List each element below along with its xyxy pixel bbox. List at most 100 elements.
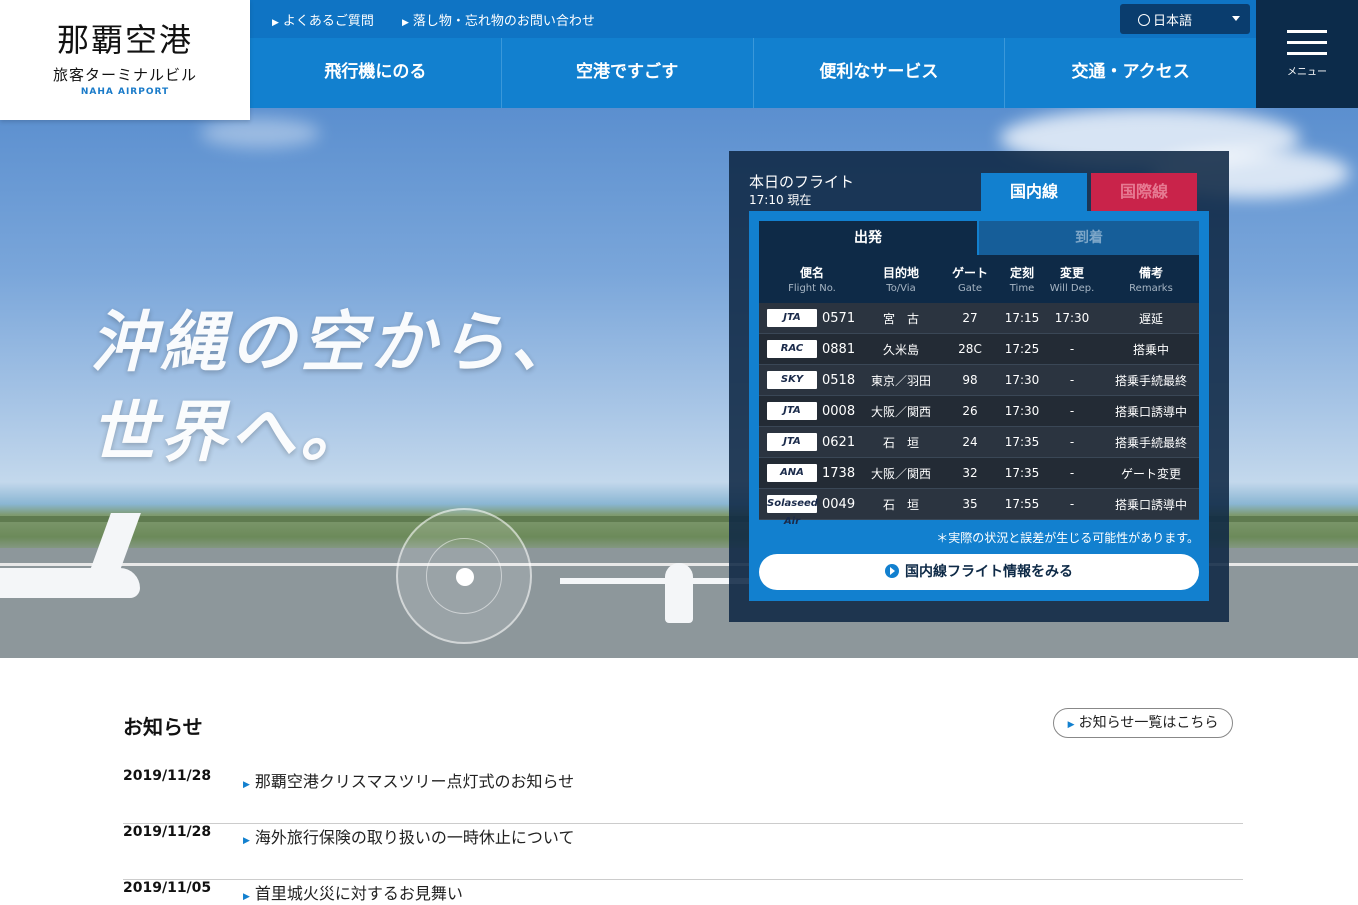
news-date: 2019/11/28 — [123, 824, 212, 840]
flight-row: RAC 0881 久米島 28C 17:25 - 搭乗中 — [759, 334, 1199, 365]
gate-cell: 32 — [962, 466, 978, 480]
col-time: 定刻 Time — [1009, 266, 1035, 294]
gate-cell: 26 — [962, 404, 978, 418]
menu-button[interactable]: メニュー — [1256, 0, 1358, 108]
news-all-link[interactable]: ▶ お知らせ一覧はこちら — [1053, 708, 1233, 738]
news-item[interactable]: 2019/11/28 ▶ 那覇空港クリスマスツリー点灯式のお知らせ — [123, 768, 1243, 824]
changed-time-cell: - — [1069, 435, 1075, 449]
nav-item-services[interactable]: 便利なサービス — [754, 38, 1006, 108]
flight-board: 出発 到着 便名 Flight No. 目的地 To/Via ゲート Gate 定刻 T… — [749, 211, 1209, 601]
destination-cell: 石 垣 — [882, 435, 919, 450]
news-item[interactable]: 2019/11/28 ▶ 海外旅行保険の取り扱いの一時休止について — [123, 824, 1243, 880]
airline-logo-icon: SKY — [767, 371, 817, 389]
arrow-right-icon: ▶ — [243, 892, 250, 902]
flight-notice: ＊実際の状況と誤差が生じる可能性があります。 — [936, 531, 1199, 545]
destination-cell: 宮 古 — [882, 311, 919, 326]
flight-no-cell: RAC 0881 — [759, 340, 865, 358]
language-select[interactable]: 日本語 — [1120, 4, 1250, 34]
globe-icon — [1138, 14, 1150, 26]
logo-main-text: 那覇空港 — [56, 21, 193, 59]
airline-logo-icon: JTA — [767, 433, 817, 451]
flight-no-cell: ANA 1738 — [759, 464, 865, 482]
remarks-cell: 搭乗手続最終 — [1114, 373, 1187, 388]
utility-bar: ▶ よくあるご質問 ▶ 落し物・忘れ物のお問い合わせ 日本語 — [250, 0, 1256, 38]
language-label: 日本語 — [1153, 14, 1193, 29]
destination-cell: 久米島 — [882, 342, 919, 357]
time-cell: 17:15 — [1004, 311, 1040, 325]
col-destination: 目的地 To/Via — [882, 266, 919, 294]
col-gate: ゲート Gate — [951, 266, 988, 294]
airline-logo-icon: JTA — [767, 402, 817, 420]
flight-no-cell: JTA 0621 — [759, 433, 865, 451]
flight-row: SKY 0518 東京／羽田 98 17:30 - 搭乗手続最終 — [759, 365, 1199, 396]
news-title: ▶ 那覇空港クリスマスツリー点灯式のお知らせ — [243, 772, 575, 791]
news-title: ▶ 首里城火災に対するお見舞い — [243, 884, 463, 903]
main-nav: 飛行機にのる 空港ですごす 便利なサービス 交通・アクセス — [250, 38, 1256, 108]
site-logo[interactable]: 那覇空港 旅客ターミナルビル NAHA AIRPORT — [0, 0, 250, 120]
flight-row: ANA 1738 大阪／関西 32 17:35 - ゲート変更 — [759, 458, 1199, 489]
news-date: 2019/11/28 — [123, 768, 212, 784]
time-cell: 17:35 — [1004, 435, 1040, 449]
time-cell: 17:55 — [1004, 497, 1040, 511]
flight-table: 便名 Flight No. 目的地 To/Via ゲート Gate 定刻 Time 変更… — [759, 255, 1199, 527]
destination-cell: 大阪／関西 — [870, 466, 931, 481]
faq-link[interactable]: ▶ よくあるご質問 — [272, 10, 374, 29]
flight-table-header: 便名 Flight No. 目的地 To/Via ゲート Gate 定刻 Time 変更… — [759, 255, 1199, 303]
logo-sub-text: 旅客ターミナルビル — [52, 66, 197, 84]
domestic-flights-button[interactable]: 国内線フライト情報をみる — [759, 554, 1199, 590]
arrow-right-icon: ▶ — [243, 780, 250, 790]
time-cell: 17:30 — [1004, 404, 1040, 418]
flight-no-cell: SKY 0518 — [759, 371, 865, 389]
news-item[interactable]: 2019/11/05 ▶ 首里城火災に対するお見舞い — [123, 880, 1243, 905]
flight-info-panel: 本日のフライト 17:10 現在 国内線 国際線 出発 到着 便名 Flight … — [729, 151, 1229, 622]
flight-panel-title: 本日のフライト — [749, 173, 855, 191]
flight-panel-time: 17:10 現在 — [749, 193, 812, 207]
remarks-cell: 遅延 — [1138, 311, 1163, 326]
nav-item-stay[interactable]: 空港ですごす — [502, 38, 754, 108]
tab-domestic[interactable]: 国内線 — [981, 173, 1087, 211]
news-all-label: お知らせ一覧はこちら — [1078, 715, 1219, 731]
nav-item-access[interactable]: 交通・アクセス — [1005, 38, 1256, 108]
domestic-flights-label: 国内線フライト情報をみる — [905, 564, 1073, 580]
airline-logo-icon: ANA — [767, 464, 817, 482]
remarks-cell: 搭乗口誘導中 — [1114, 404, 1187, 419]
changed-time-cell: - — [1069, 342, 1075, 356]
lost-found-link[interactable]: ▶ 落し物・忘れ物のお問い合わせ — [402, 10, 595, 29]
destination-cell: 石 垣 — [882, 497, 919, 512]
menu-label: メニュー — [1287, 67, 1327, 78]
gate-cell: 24 — [962, 435, 978, 449]
time-cell: 17:35 — [1004, 466, 1040, 480]
col-changed-time: 変更 Will Dep. — [1049, 266, 1095, 294]
news-date: 2019/11/05 — [123, 880, 212, 896]
arrow-right-icon: ▶ — [272, 18, 279, 28]
nav-item-board[interactable]: 飛行機にのる — [250, 38, 502, 108]
hero-line-1: 沖縄の空から、 — [90, 304, 580, 381]
hamburger-icon — [1256, 0, 1358, 55]
changed-time-cell: 17:30 — [1054, 311, 1090, 325]
flight-number: 0518 — [822, 372, 856, 388]
flight-no-cell: Solaseed Air 0049 — [759, 495, 865, 527]
flight-row: Solaseed Air 0049 石 垣 35 17:55 - 搭乗口誘導中 — [759, 489, 1199, 527]
arrow-right-icon: ▶ — [1067, 720, 1075, 730]
gate-cell: 27 — [962, 311, 978, 325]
remarks-cell: 搭乗手続最終 — [1114, 435, 1187, 450]
gate-cell: 98 — [962, 373, 978, 387]
flight-number: 0008 — [822, 403, 856, 419]
flight-number: 0571 — [822, 310, 856, 326]
flight-no-cell: JTA 0008 — [759, 402, 865, 420]
airline-logo-icon: JTA — [767, 309, 817, 327]
tab-arrival[interactable]: 到着 — [979, 221, 1199, 255]
destination-cell: 東京／羽田 — [870, 373, 931, 388]
flight-number: 0881 — [822, 341, 856, 357]
remarks-cell: ゲート変更 — [1120, 466, 1181, 481]
tab-departure[interactable]: 出発 — [759, 221, 977, 255]
changed-time-cell: - — [1069, 497, 1075, 511]
direction-tabs: 出発 到着 — [759, 221, 1199, 255]
time-cell: 17:30 — [1004, 373, 1040, 387]
remarks-cell: 搭乗中 — [1132, 342, 1169, 357]
lost-found-link-label: 落し物・忘れ物のお問い合わせ — [412, 14, 595, 29]
location-marker-icon — [396, 508, 532, 644]
gate-cell: 28C — [958, 342, 982, 356]
changed-time-cell: - — [1069, 373, 1075, 387]
tab-international[interactable]: 国際線 — [1091, 173, 1197, 211]
